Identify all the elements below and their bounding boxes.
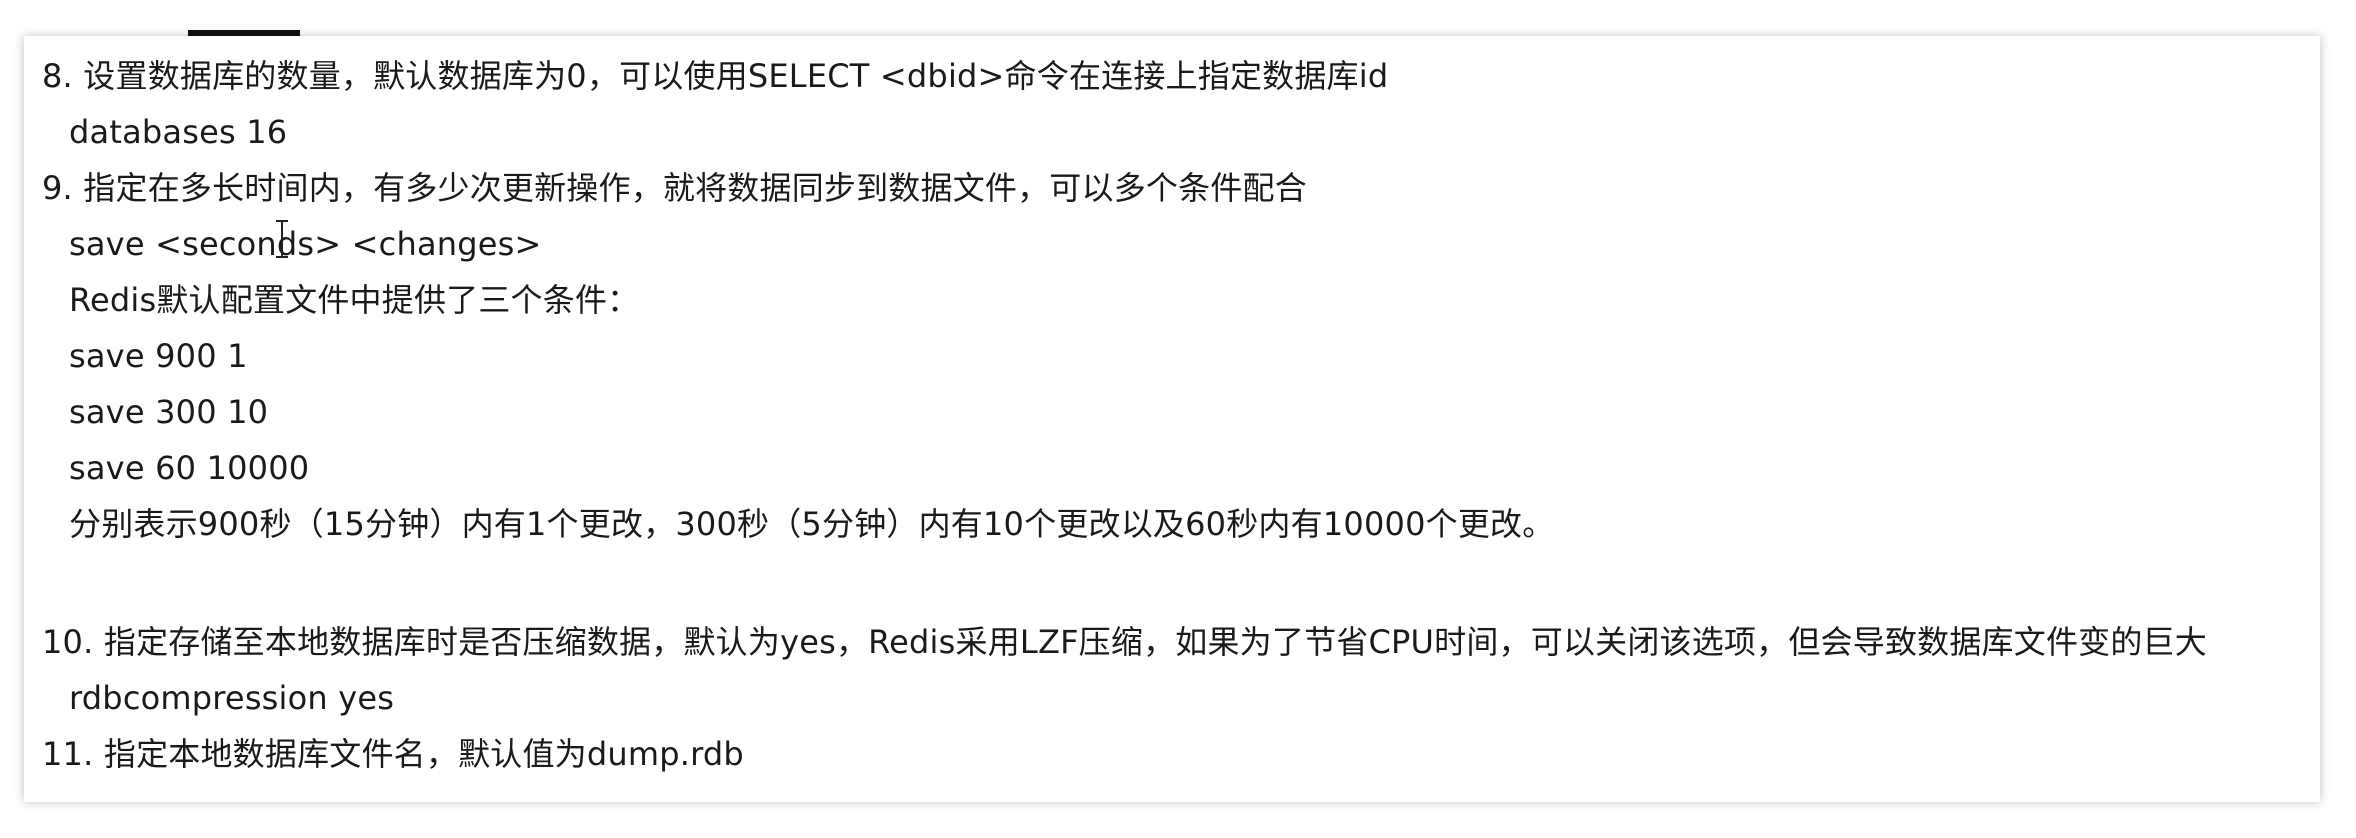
item-9-config-2: save 300 10	[69, 393, 269, 431]
item-10-heading: 10. 指定存储至本地数据库时是否压缩数据，默认为yes，Redis采用LZF压…	[42, 623, 2207, 661]
item-9-explanation: 分别表示900秒（15分钟）内有1个更改，300秒（5分钟）内有10个更改以及6…	[69, 505, 1555, 543]
document-page: 8. 设置数据库的数量，默认数据库为0，可以使用SELECT <dbid>命令在…	[24, 36, 2320, 802]
item-9-config-3: save 60 10000	[69, 449, 310, 487]
item-9-syntax: save <seconds> <changes>	[69, 225, 542, 263]
item-8-config: databases 16	[69, 113, 288, 151]
item-11-heading: 11. 指定本地数据库文件名，默认值为dump.rdb	[42, 735, 744, 773]
item-10-config: rdbcompression yes	[69, 679, 395, 717]
item-8-heading: 8. 设置数据库的数量，默认数据库为0，可以使用SELECT <dbid>命令在…	[42, 57, 1389, 95]
text-cursor-icon	[275, 220, 289, 260]
item-9-note: Redis默认配置文件中提供了三个条件：	[69, 281, 640, 319]
item-9-heading: 9. 指定在多长时间内，有多少次更新操作，就将数据同步到数据文件，可以多个条件配…	[42, 169, 1307, 207]
document-body: 8. 设置数据库的数量，默认数据库为0，可以使用SELECT <dbid>命令在…	[42, 48, 2310, 782]
item-9-config-1: save 900 1	[69, 337, 248, 375]
